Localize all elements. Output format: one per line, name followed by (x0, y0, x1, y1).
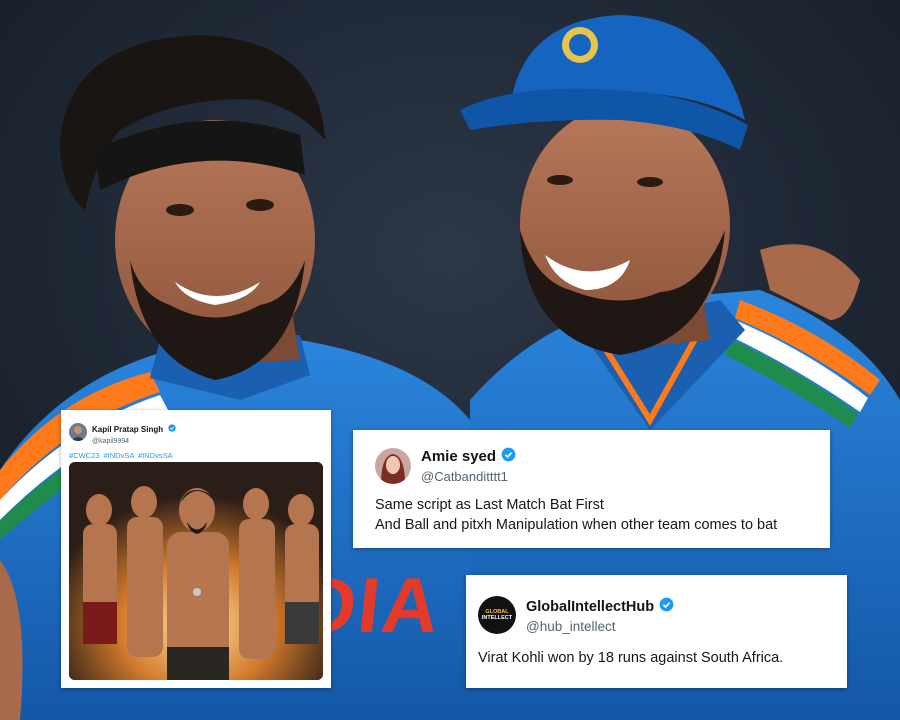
tweet-card-amie[interactable]: Amie syed @Catbanditttt1 Same script as … (353, 430, 830, 548)
avatar-image (69, 423, 87, 442)
hashtags[interactable]: #CWC23 #INDvSA #INDvsSA (61, 445, 331, 460)
display-name[interactable]: Kapil Pratap Singh (92, 425, 163, 434)
wrestling-poster-image (69, 462, 323, 680)
tweet-text-line-2: And Ball and pitxh Manipulation when oth… (375, 517, 778, 533)
tweet-text: Virat Kohli won by 18 runs against South… (478, 650, 784, 666)
tweet-media[interactable] (69, 462, 323, 680)
tweet-card-global[interactable]: GLOBAL INTELLECT GlobalIntellectHub @hub… (466, 575, 847, 688)
tweet-card-kapil[interactable]: Kapil Pratap Singh @kapil9994 #CWC23 #IN… (61, 410, 331, 688)
user-handle[interactable]: @Catbanditttt1 (421, 469, 516, 484)
verified-badge-icon (659, 597, 674, 617)
avatar[interactable] (69, 423, 87, 442)
display-name[interactable]: GlobalIntellectHub (526, 599, 654, 615)
user-handle[interactable]: @kapil9994 (92, 438, 176, 445)
avatar-image (375, 447, 411, 484)
tweet-text-line-1: Same script as Last Match Bat First (375, 497, 604, 513)
avatar[interactable] (375, 447, 411, 484)
verified-badge-icon (501, 447, 516, 467)
avatar-text-2: INTELLECT (481, 615, 513, 621)
tweet-text: Same script as Last Match Bat First And … (353, 484, 830, 535)
verified-badge-icon (167, 419, 176, 437)
avatar[interactable]: GLOBAL INTELLECT (478, 596, 516, 634)
user-handle[interactable]: @hub_intellect (526, 619, 674, 634)
display-name[interactable]: Amie syed (421, 448, 496, 465)
